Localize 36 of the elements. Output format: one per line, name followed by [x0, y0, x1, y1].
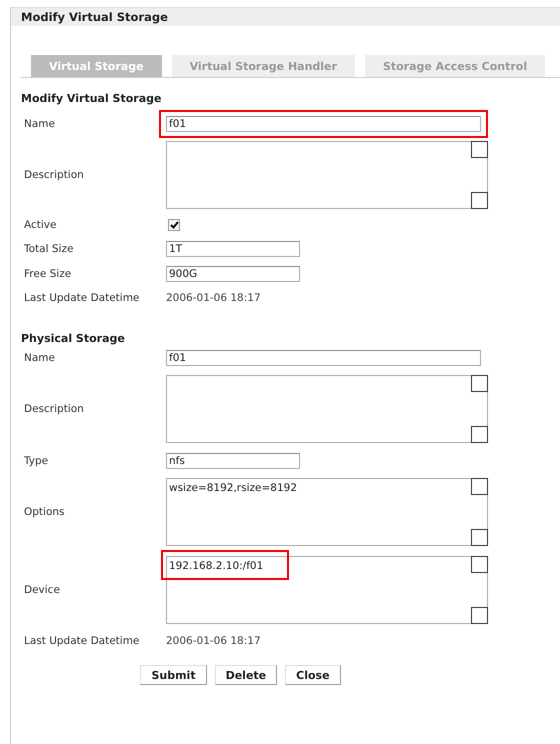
field-label: Type [23, 454, 50, 466]
field-label: Free Size [23, 268, 72, 280]
field-label: Name [23, 118, 56, 130]
scroll-down-button[interactable] [471, 192, 488, 209]
scroll-down-button[interactable] [471, 426, 488, 443]
field-label: Name [23, 352, 56, 364]
section-heading: Modify Virtual Storage [21, 92, 162, 105]
scroll-up-button[interactable] [471, 478, 488, 495]
text-field[interactable]: f01 [166, 350, 481, 366]
checkbox[interactable] [168, 219, 180, 231]
datetime-text: 2006-01-06 18:17 [166, 292, 261, 304]
scroll-down-button[interactable] [471, 529, 488, 546]
form-button[interactable]: Submit [140, 665, 207, 685]
field-label: Last Update Datetime [23, 635, 140, 647]
field-label: Total Size [23, 242, 74, 254]
scroll-up-button[interactable] [471, 375, 488, 392]
field-label: Active [23, 219, 58, 231]
field-label: Device [23, 584, 61, 596]
field-label: Description [23, 169, 85, 181]
text-field[interactable]: 1T [166, 240, 300, 256]
form-button[interactable]: Delete [214, 665, 278, 685]
field-label: Description [23, 403, 85, 415]
section-heading: Physical Storage [21, 332, 126, 345]
text-area[interactable]: 192.168.2.10:/f01 [166, 556, 488, 624]
text-field[interactable]: nfs [166, 452, 300, 468]
scroll-up-button[interactable] [471, 556, 488, 573]
scroll-down-button[interactable] [471, 607, 488, 624]
field-label: Options [23, 506, 66, 518]
field-label: Last Update Datetime [23, 292, 140, 304]
text-area[interactable]: wsize=8192,rsize=8192 [166, 478, 488, 546]
datetime-text: 2006-01-06 18:17 [166, 635, 261, 647]
window-title: Modify Virtual Storage [21, 10, 168, 24]
form-button[interactable]: Close [285, 665, 341, 685]
text-field[interactable]: f01 [166, 116, 481, 132]
text-field[interactable]: 900G [166, 266, 300, 282]
scroll-up-button[interactable] [471, 141, 488, 158]
